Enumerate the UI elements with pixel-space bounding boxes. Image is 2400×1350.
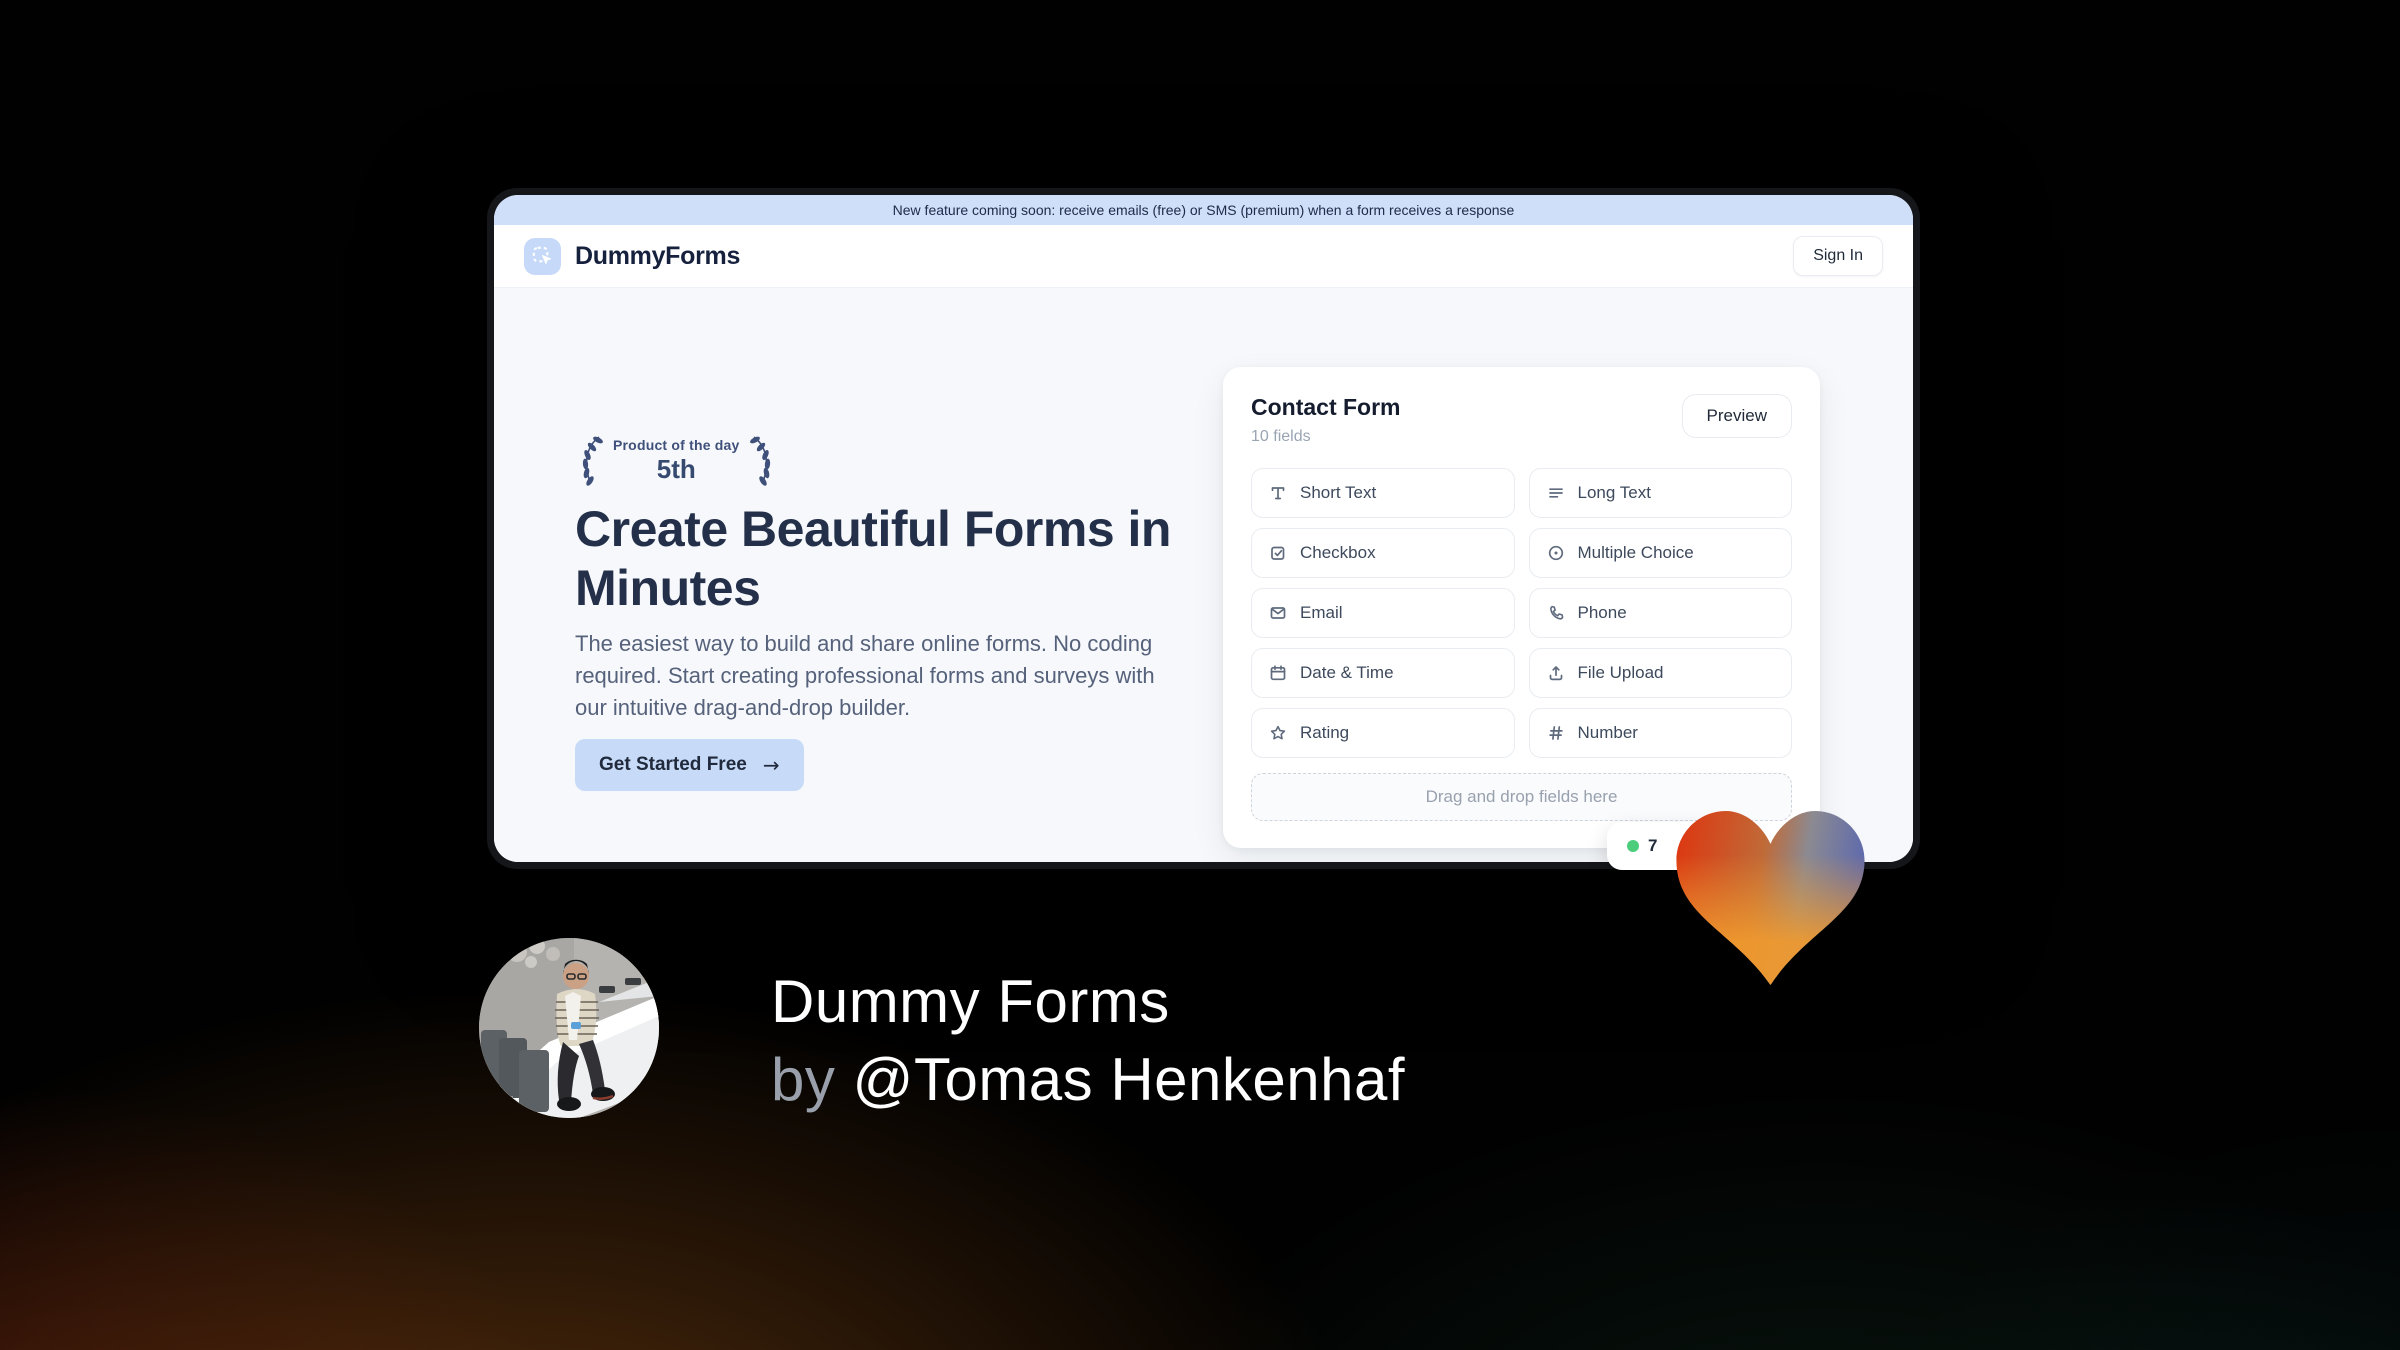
brand-name[interactable]: DummyForms <box>575 242 740 271</box>
field-label: Number <box>1577 723 1638 742</box>
field-long-text[interactable]: Long Text <box>1528 468 1792 518</box>
short-text-icon <box>1271 487 1285 500</box>
hero-headline: Create Beautiful Forms in Minutes <box>575 501 1171 616</box>
calendar-icon <box>1270 665 1286 681</box>
form-title: Contact Form <box>1251 394 1401 420</box>
announcement-banner: New feature coming soon: receive emails … <box>494 195 1913 225</box>
field-rating[interactable]: Rating <box>1251 708 1515 758</box>
long-text-icon <box>1548 488 1563 498</box>
author-handle: @Tomas Henkenhaf <box>852 1046 1406 1113</box>
avatar-photo-illustration <box>479 938 659 1118</box>
phone-icon <box>1549 605 1563 620</box>
field-label: Multiple Choice <box>1577 543 1694 562</box>
field-label: Checkbox <box>1300 543 1376 562</box>
field-label: Email <box>1300 603 1343 622</box>
site-header: DummyForms Sign In <box>494 225 1913 288</box>
panel-titles: Contact Form 10 fields <box>1251 394 1401 446</box>
preview-button[interactable]: Preview <box>1681 394 1792 438</box>
byline-prefix: by <box>771 1046 853 1113</box>
field-file-upload[interactable]: File Upload <box>1528 648 1792 698</box>
arrow-right-icon: → <box>762 753 780 777</box>
form-builder-panel: Contact Form 10 fields Preview Short Tex… <box>1223 367 1820 848</box>
field-label: Rating <box>1300 723 1350 742</box>
field-date-time[interactable]: Date & Time <box>1251 648 1515 698</box>
browser-window: New feature coming soon: receive emails … <box>487 188 1920 869</box>
panel-header: Contact Form 10 fields Preview <box>1251 394 1792 446</box>
field-short-text[interactable]: Short Text <box>1251 468 1515 518</box>
field-label: Long Text <box>1577 483 1651 502</box>
sign-in-button[interactable]: Sign In <box>1793 236 1883 276</box>
author-avatar <box>479 938 659 1118</box>
award-title: Product of the day <box>613 437 740 453</box>
status-value: 7 <box>1648 836 1658 855</box>
radio-icon <box>1548 545 1563 561</box>
get-started-button[interactable]: Get Started Free → <box>575 739 804 791</box>
upload-icon <box>1549 666 1562 681</box>
award-rank: 5th <box>656 454 696 484</box>
green-dot-icon <box>1627 840 1639 852</box>
checkbox-icon <box>1271 546 1285 560</box>
hash-icon <box>1548 726 1563 740</box>
field-count: 10 fields <box>1251 428 1311 445</box>
field-label: Date & Time <box>1300 663 1394 682</box>
footer-title: Dummy Forms <box>771 968 1170 1035</box>
hero-section: Product of the day 5th Create Beautiful … <box>494 288 1913 862</box>
field-label: File Upload <box>1577 663 1664 682</box>
field-phone[interactable]: Phone <box>1528 588 1792 638</box>
hero-subtext: The easiest way to build and share onlin… <box>575 631 1155 720</box>
field-label: Phone <box>1577 603 1627 622</box>
email-icon <box>1270 607 1286 619</box>
dashed-select-cursor-icon <box>532 246 552 264</box>
star-icon <box>1270 725 1286 740</box>
award-text: Product of the day 5th <box>613 437 740 485</box>
get-started-label: Get Started Free <box>599 754 747 775</box>
footer-byline: by @Tomas Henkenhaf <box>771 1041 1405 1119</box>
laurel-right-icon <box>749 436 770 486</box>
field-checkbox[interactable]: Checkbox <box>1251 528 1515 578</box>
field-email[interactable]: Email <box>1251 588 1515 638</box>
product-of-the-day-badge: Product of the day 5th <box>575 432 778 490</box>
dropzone-text: Drag and drop fields here <box>1425 787 1618 806</box>
field-palette: Short Text Long Text Checkbox Multiple C… <box>1251 468 1792 758</box>
field-multiple-choice[interactable]: Multiple Choice <box>1528 528 1792 578</box>
dummyforms-page: New feature coming soon: receive emails … <box>494 195 1913 862</box>
footer-caption: Dummy Forms by @Tomas Henkenhaf <box>771 963 1405 1119</box>
field-number[interactable]: Number <box>1528 708 1792 758</box>
field-label: Short Text <box>1300 483 1377 502</box>
gradient-heart-icon <box>1675 811 1866 985</box>
laurel-left-icon <box>582 436 603 486</box>
announcement-text: New feature coming soon: receive emails … <box>892 202 1515 218</box>
brand-logo[interactable] <box>524 237 561 275</box>
